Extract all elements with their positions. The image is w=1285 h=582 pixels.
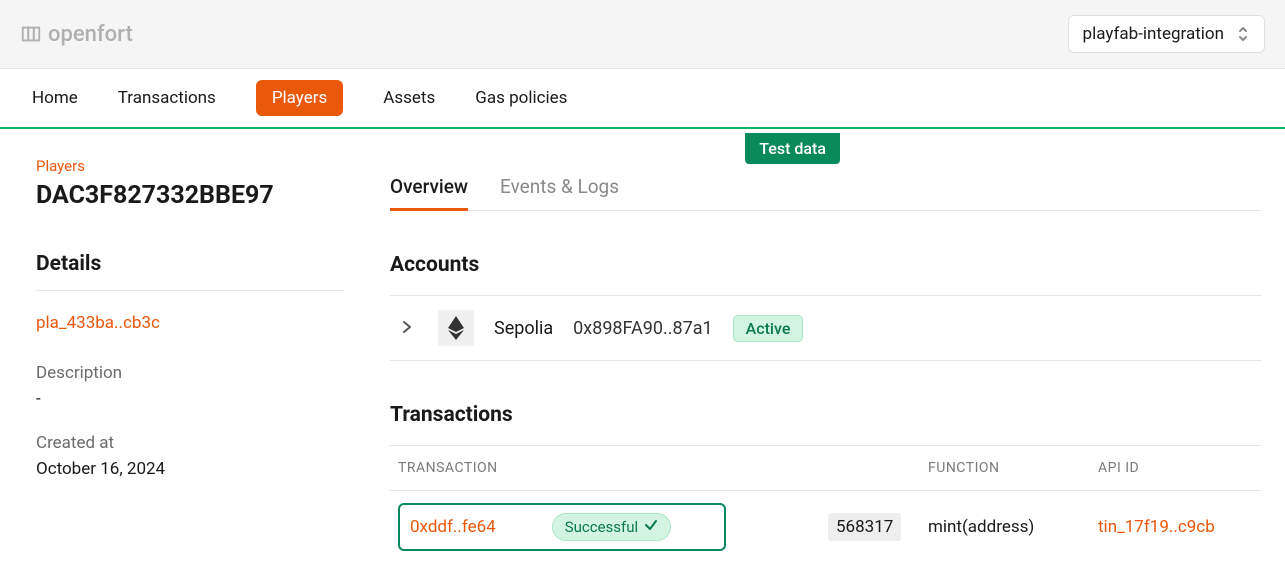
chevron-updown-icon bbox=[1236, 25, 1250, 43]
nav-transactions[interactable]: Transactions bbox=[118, 80, 216, 116]
transaction-highlight: 0xddf..fe64 Successful bbox=[398, 503, 726, 551]
status-text: Successful bbox=[565, 518, 638, 536]
api-id-link[interactable]: tin_17f19..c9cb bbox=[1098, 517, 1215, 537]
transactions-heading: Transactions bbox=[390, 403, 1261, 427]
description-label: Description bbox=[36, 363, 344, 383]
transaction-status-badge: Successful bbox=[552, 513, 671, 541]
col-transaction: TRANSACTION bbox=[398, 460, 828, 476]
transaction-row[interactable]: 0xddf..fe64 Successful 568317 bbox=[390, 491, 1261, 563]
main-nav: Home Transactions Players Assets Gas pol… bbox=[0, 69, 1285, 129]
function-name: mint(address) bbox=[928, 517, 1034, 537]
description-value: - bbox=[36, 389, 344, 409]
col-api-id: API ID bbox=[1098, 460, 1253, 476]
nav-assets[interactable]: Assets bbox=[383, 80, 435, 116]
nav-gas-policies[interactable]: Gas policies bbox=[475, 80, 567, 116]
account-network: Sepolia bbox=[494, 318, 553, 339]
details-heading: Details bbox=[36, 252, 344, 276]
expand-icon[interactable] bbox=[396, 315, 418, 342]
check-icon bbox=[644, 518, 658, 536]
transaction-hash-link[interactable]: 0xddf..fe64 bbox=[410, 517, 496, 537]
breadcrumb-players[interactable]: Players bbox=[36, 157, 344, 175]
player-id-link[interactable]: pla_433ba..cb3c bbox=[36, 313, 344, 333]
tab-overview[interactable]: Overview bbox=[390, 165, 468, 210]
created-at-label: Created at bbox=[36, 433, 344, 453]
details-divider bbox=[36, 290, 344, 291]
account-address: 0x898FA90..87a1 bbox=[573, 318, 712, 339]
page-title: DAC3F827332BBE97 bbox=[36, 181, 344, 210]
tab-events-logs[interactable]: Events & Logs bbox=[500, 165, 619, 210]
ethereum-icon bbox=[438, 310, 474, 346]
brand-logo: openfort bbox=[20, 22, 133, 47]
transactions-header: TRANSACTION FUNCTION API ID bbox=[390, 445, 1261, 491]
account-status-badge: Active bbox=[733, 315, 804, 342]
block-number: 568317 bbox=[828, 513, 901, 541]
transactions-table: TRANSACTION FUNCTION API ID 0xddf..fe64 … bbox=[390, 445, 1261, 563]
top-bar: openfort playfab-integration bbox=[0, 0, 1285, 69]
col-function: FUNCTION bbox=[928, 460, 1098, 476]
account-row[interactable]: Sepolia 0x898FA90..87a1 Active bbox=[390, 295, 1261, 361]
project-selector-value: playfab-integration bbox=[1083, 24, 1224, 44]
main-content: Test data Overview Events & Logs Account… bbox=[380, 129, 1285, 563]
created-at-value: October 16, 2024 bbox=[36, 459, 344, 479]
project-selector[interactable]: playfab-integration bbox=[1068, 15, 1265, 53]
test-data-badge: Test data bbox=[745, 133, 840, 164]
openfort-logo-icon bbox=[20, 23, 42, 45]
detail-tabs: Overview Events & Logs bbox=[390, 165, 1261, 211]
brand-name: openfort bbox=[48, 22, 133, 47]
nav-home[interactable]: Home bbox=[32, 80, 78, 116]
nav-players[interactable]: Players bbox=[256, 80, 343, 116]
details-sidebar: Players DAC3F827332BBE97 Details pla_433… bbox=[0, 129, 380, 563]
accounts-heading: Accounts bbox=[390, 253, 1261, 277]
